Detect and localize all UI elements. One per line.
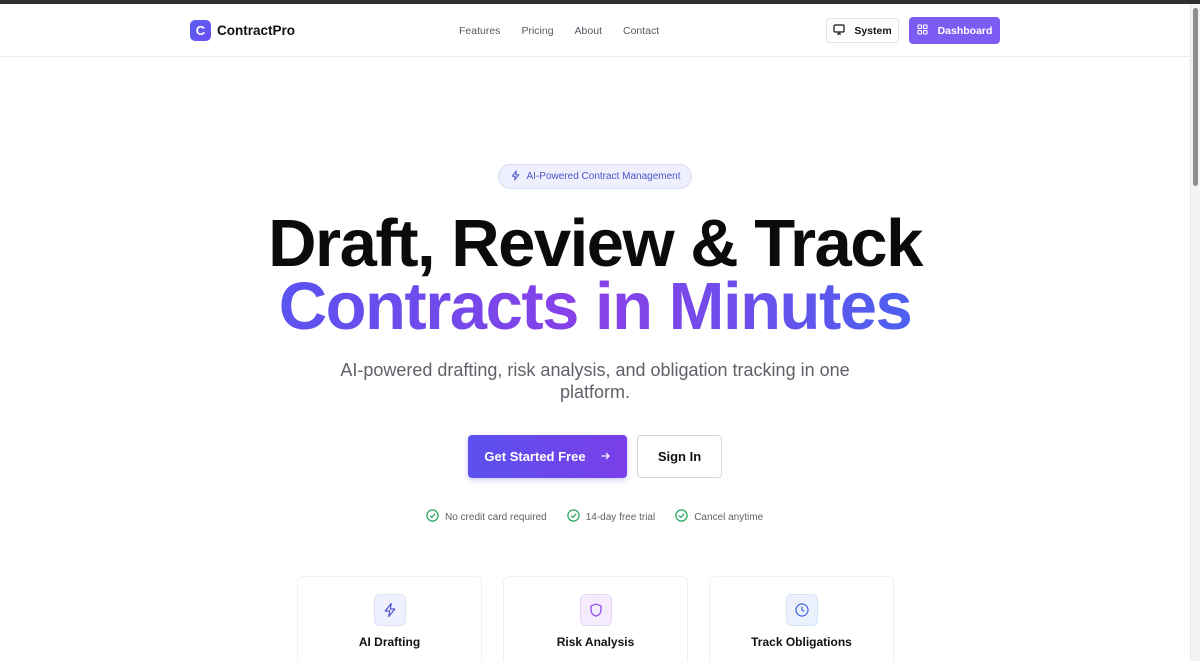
logo-mark: C <box>190 20 211 41</box>
brand-name: ContractPro <box>217 23 296 38</box>
dashboard-label: Dashboard <box>937 24 993 37</box>
feature-card-title: AI Drafting <box>358 635 421 649</box>
brand-logo[interactable]: C ContractPro <box>190 20 295 41</box>
feature-card-title: Track Obligations <box>751 635 852 649</box>
perk-item: No credit card required <box>426 509 547 525</box>
main-nav: Features Pricing About Contact <box>459 25 680 37</box>
grid-icon <box>917 23 928 38</box>
lightning-icon <box>373 594 406 626</box>
clock-icon <box>785 594 818 626</box>
sign-in-button[interactable]: Sign In <box>637 435 722 478</box>
check-circle-icon <box>567 509 580 525</box>
perk-item: 14-day free trial <box>567 509 655 525</box>
feature-card-title: Risk Analysis <box>556 635 635 649</box>
perk-label: No credit card required <box>445 511 547 523</box>
hero-headline-line1: Draft, Review & Track <box>268 206 923 281</box>
scrollbar-thumb[interactable] <box>1193 8 1198 186</box>
nav-link-pricing[interactable]: Pricing <box>521 25 553 37</box>
feature-card-ai-drafting[interactable]: AI Drafting <box>297 576 482 661</box>
hero-perks: No credit card required 14-day free tria… <box>426 509 783 525</box>
page-scrollbar[interactable] <box>1190 4 1200 661</box>
check-circle-icon <box>426 509 439 525</box>
lightning-icon <box>510 170 521 184</box>
shield-icon <box>579 594 612 626</box>
feature-card-track-obligations[interactable]: Track Obligations <box>709 576 894 661</box>
nav-link-contact[interactable]: Contact <box>623 25 659 37</box>
get-started-button[interactable]: Get Started Free <box>468 435 627 478</box>
nav-link-about[interactable]: About <box>575 25 602 37</box>
perk-item: Cancel anytime <box>675 509 763 525</box>
theme-system-label: System <box>854 24 892 37</box>
arrow-right-icon <box>600 449 611 464</box>
check-circle-icon <box>675 509 688 525</box>
perk-label: 14-day free trial <box>585 511 656 523</box>
dashboard-button[interactable]: Dashboard <box>909 17 1000 44</box>
hero-headline-line2: Contracts in Minutes <box>278 269 913 344</box>
monitor-icon <box>833 23 845 38</box>
perk-label: Cancel anytime <box>694 511 764 523</box>
hero-headline-line2-wrap: Contracts in Minutes <box>0 273 1190 340</box>
get-started-label: Get Started Free <box>484 449 586 464</box>
hero-badge: AI-Powered Contract Management <box>498 164 692 189</box>
theme-system-button[interactable]: System <box>826 18 899 43</box>
feature-card-risk-analysis[interactable]: Risk Analysis <box>503 576 688 661</box>
hero-subtitle: AI-powered drafting, risk analysis, and … <box>340 360 850 402</box>
nav-link-features[interactable]: Features <box>459 25 500 37</box>
site-header: C ContractPro Features Pricing About Con… <box>0 4 1190 57</box>
hero-badge-label: AI-Powered Contract Management <box>526 171 681 182</box>
